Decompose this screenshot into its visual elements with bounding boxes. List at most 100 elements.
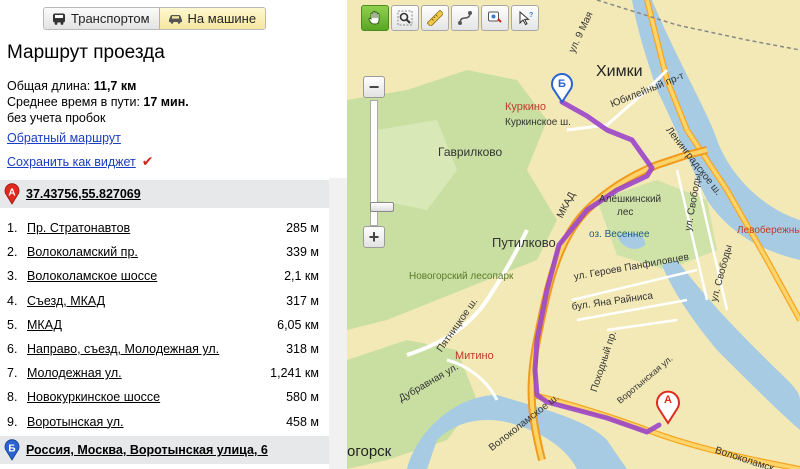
zoom-slider-thumb[interactable]	[370, 202, 394, 212]
route-step[interactable]: 9. Воротынская ул. 458 м	[0, 410, 329, 434]
mode-transport-button[interactable]: Транспортом	[44, 8, 159, 29]
route-step-number: 7.	[7, 366, 18, 381]
route-time-value: 17 мин.	[143, 95, 189, 109]
city-label: Химки	[596, 63, 643, 80]
route-tool-button[interactable]	[451, 5, 479, 31]
route-steps-list: 1. Пр. Стратонавтов 285 м 2. Волоколамский п…	[0, 216, 329, 434]
map-pin-a-letter: А	[664, 394, 672, 406]
route-step[interactable]: 1. Пр. Стратонавтов 285 м	[0, 216, 329, 240]
route-step-distance: 580 м	[286, 390, 319, 405]
route-step-name: Новокуркинское шоссе	[27, 390, 161, 405]
route-panel: Транспортом На машине Маршрут проезда Об…	[0, 0, 347, 469]
info-tool-button[interactable]: ?	[511, 5, 539, 31]
start-pin-letter: А	[8, 188, 15, 199]
district-label: Куркино	[505, 101, 547, 113]
start-pin-icon: А	[4, 183, 20, 205]
zoom-control: − +	[363, 76, 394, 248]
street-label: Куркинское ш.	[505, 117, 571, 128]
zoom-area-tool-button[interactable]	[391, 5, 419, 31]
city-label: огорск	[347, 443, 392, 460]
route-step[interactable]: 7. Молодежная ул. 1,241 км	[0, 361, 329, 385]
magnifier-icon	[397, 10, 413, 26]
route-length: Общая длина: 11,7 км	[7, 78, 136, 94]
svg-text:?: ?	[529, 12, 533, 19]
mode-car-button[interactable]: На машине	[158, 8, 266, 29]
district-label: Левобережный	[737, 225, 800, 236]
zoom-out-icon: −	[368, 77, 380, 97]
route-step[interactable]: 3. Волоколамское шоссе 2,1 км	[0, 264, 329, 288]
route-step-name: Направо, съезд, Молодежная ул.	[27, 342, 220, 357]
route-step[interactable]: 5. МКАД 6,05 км	[0, 313, 329, 337]
route-step-distance: 1,241 км	[270, 366, 319, 381]
route-step-distance: 339 м	[286, 245, 319, 260]
hand-tool-button[interactable]	[361, 5, 389, 31]
route-step-distance: 318 м	[286, 342, 319, 357]
panel-scrollbar[interactable]	[329, 178, 347, 469]
route-step[interactable]: 2. Волоколамский пр. 339 м	[0, 240, 329, 264]
route-step-name: Съезд, МКАД	[27, 293, 106, 308]
route-start[interactable]: А 37.43756,55.827069	[0, 180, 329, 208]
route-length-value: 11,7 км	[93, 79, 137, 93]
route-step-number: 9.	[7, 414, 18, 429]
mode-car-label: На машине	[187, 11, 257, 26]
route-step-distance: 6,05 км	[277, 317, 319, 332]
route-step-name: Волоколамский пр.	[27, 245, 138, 260]
route-step-number: 8.	[7, 390, 18, 405]
save-widget-link[interactable]: Сохранить как виджет	[7, 155, 136, 169]
route-step[interactable]: 6. Направо, съезд, Молодежная ул. 318 м	[0, 337, 329, 361]
route-step[interactable]: 4. Съезд, МКАД 317 м	[0, 289, 329, 313]
save-widget-row: Сохранить как виджет ✔	[7, 153, 154, 170]
route-step[interactable]: 8. Новокуркинское шоссе 580 м	[0, 385, 329, 409]
route-step-name: Молодежная ул.	[27, 366, 122, 381]
checkmark-icon: ✔	[141, 153, 154, 169]
village-label: Гаврилково	[438, 145, 503, 159]
route-step-name: МКАД	[27, 317, 62, 332]
page-title: Маршрут проезда	[7, 42, 165, 63]
add-object-tool-button[interactable]	[481, 5, 509, 31]
village-label: Путилково	[492, 235, 556, 250]
route-step-distance: 2,1 км	[284, 269, 319, 284]
park-label: Новогорский лесопарк	[409, 271, 514, 282]
route-time-label: Среднее время в пути:	[7, 95, 140, 109]
route-step-number: 6.	[7, 342, 18, 357]
car-icon	[168, 15, 182, 24]
forest-label: лес	[617, 207, 634, 218]
route-step-distance: 317 м	[286, 293, 319, 308]
district-label: Митино	[455, 350, 494, 362]
route-step-number: 2.	[7, 245, 18, 260]
mode-transport-label: Транспортом	[71, 11, 150, 26]
zoom-in-icon: +	[368, 227, 380, 247]
route-time: Среднее время в пути: 17 мин.	[7, 94, 189, 110]
ruler-tool-button[interactable]	[421, 5, 449, 31]
route-step-distance: 285 м	[286, 221, 319, 236]
route-step-number: 5.	[7, 317, 18, 332]
traffic-note: без учета пробок	[7, 111, 106, 125]
end-pin-letter: Б	[8, 444, 15, 455]
route-end[interactable]: Б Россия, Москва, Воротынская улица, 6	[0, 436, 329, 464]
end-address: Россия, Москва, Воротынская улица, 6	[26, 443, 268, 457]
route-step-name: Воротынская ул.	[27, 414, 124, 429]
route-icon	[458, 11, 472, 25]
transport-mode-switch: Транспортом На машине	[43, 7, 267, 30]
forest-label: Алёшкинский	[599, 194, 662, 205]
map-toolbar: ?	[361, 5, 539, 31]
start-address: 37.43756,55.827069	[26, 187, 141, 201]
ruler-icon	[427, 10, 443, 26]
reverse-route-link[interactable]: Обратный маршрут	[7, 131, 121, 145]
map[interactable]: Б А Химки Куркино Куркинское ш. Гаврилко…	[347, 0, 800, 469]
hand-icon	[368, 11, 380, 25]
add-object-icon	[488, 11, 502, 23]
zoom-slider[interactable]	[370, 100, 394, 226]
route-step-distance: 458 м	[286, 414, 319, 429]
route-step-number: 4.	[7, 293, 18, 308]
map-canvas: Б А	[347, 0, 800, 469]
route-length-label: Общая длина:	[7, 79, 91, 93]
lake-label: оз. Весеннее	[589, 229, 650, 240]
route-step-number: 1.	[7, 221, 18, 236]
end-pin-icon: Б	[4, 439, 20, 461]
bus-icon	[53, 13, 65, 25]
info-cursor-icon: ?	[519, 10, 533, 26]
route-step-number: 3.	[7, 269, 18, 284]
zoom-in-button[interactable]: +	[363, 226, 385, 248]
zoom-out-button[interactable]: −	[363, 76, 385, 98]
